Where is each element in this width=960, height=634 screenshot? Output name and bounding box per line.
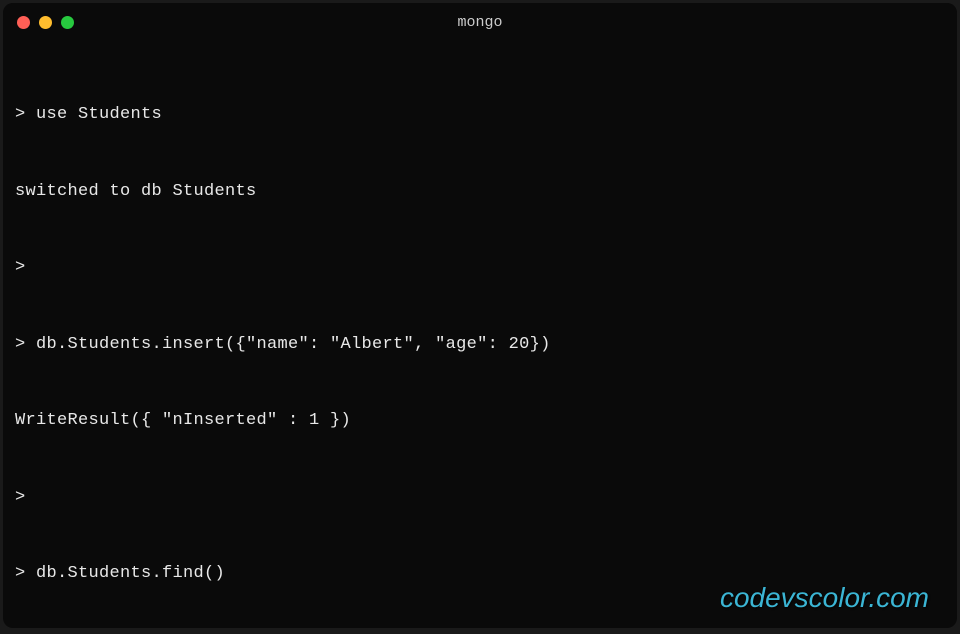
terminal-line: > use Students: [15, 102, 945, 128]
minimize-icon[interactable]: [39, 16, 52, 29]
watermark: codevscolor.com: [720, 582, 929, 614]
terminal-body[interactable]: > use Students switched to db Students >…: [3, 41, 957, 628]
window-title: mongo: [457, 14, 502, 31]
terminal-line: >: [15, 255, 945, 281]
terminal-line: > db.Students.insert({"name": "Albert", …: [15, 332, 945, 358]
traffic-lights: [17, 16, 74, 29]
maximize-icon[interactable]: [61, 16, 74, 29]
terminal-line: WriteResult({ "nInserted" : 1 }): [15, 408, 945, 434]
close-icon[interactable]: [17, 16, 30, 29]
titlebar: mongo: [3, 3, 957, 41]
terminal-line: >: [15, 485, 945, 511]
terminal-window: mongo > use Students switched to db Stud…: [3, 3, 957, 628]
terminal-line: switched to db Students: [15, 179, 945, 205]
